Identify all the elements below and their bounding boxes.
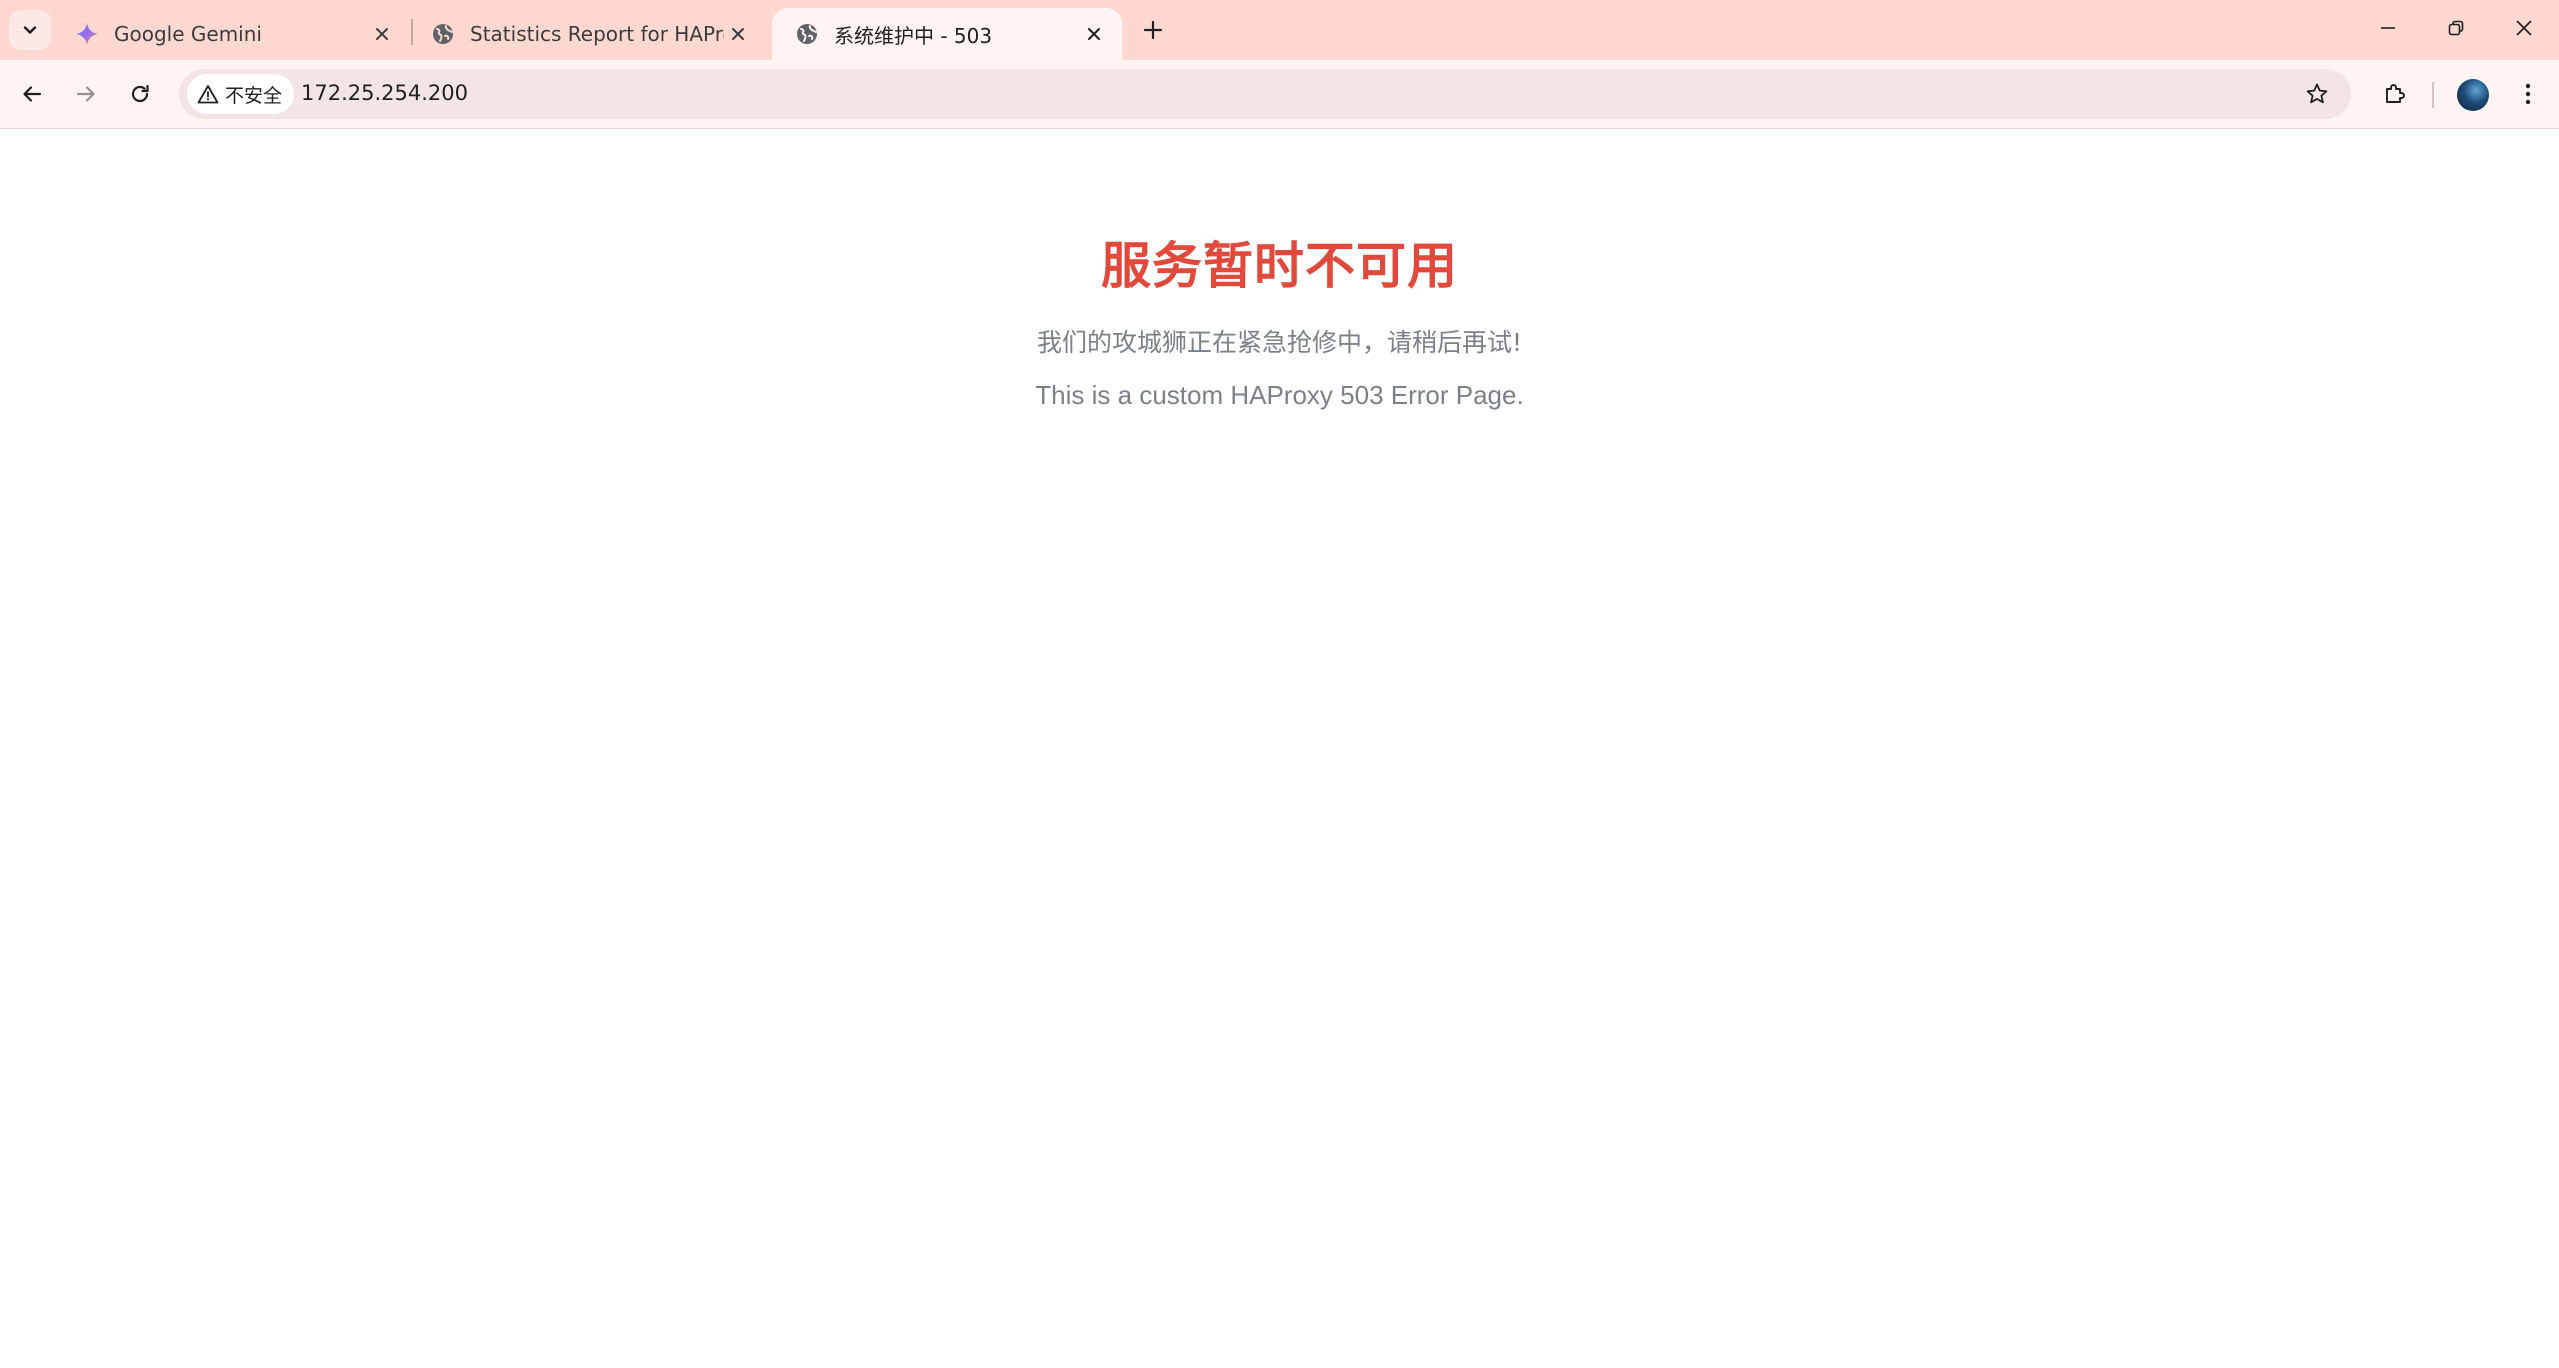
- tab-google-gemini[interactable]: Google Gemini: [52, 8, 410, 60]
- tab-title: Google Gemini: [114, 22, 262, 46]
- globe-icon: [794, 21, 820, 47]
- close-icon[interactable]: [1080, 20, 1108, 48]
- url-text[interactable]: 172.25.254.200: [301, 81, 468, 105]
- tab-title: Statistics Report for HAProxy: [470, 22, 724, 46]
- extensions-button[interactable]: [2373, 72, 2417, 116]
- restore-icon: [2448, 20, 2464, 36]
- page-content: 服务暂时不可用 我们的攻城狮正在紧急抢修中，请稍后再试! This is a c…: [0, 130, 2559, 1368]
- globe-icon: [430, 21, 456, 47]
- arrow-right-icon: [76, 86, 95, 102]
- reload-button[interactable]: [118, 72, 162, 116]
- browser-menu-button[interactable]: [2508, 72, 2548, 116]
- profile-avatar[interactable]: [2457, 79, 2489, 111]
- back-button[interactable]: [10, 72, 54, 116]
- reload-icon: [131, 84, 149, 103]
- tab-title: 系统维护中 - 503: [834, 23, 993, 48]
- new-tab-button[interactable]: [1135, 12, 1171, 48]
- page-subline: 我们的攻城狮正在紧急抢修中，请稍后再试!: [1036, 328, 1523, 357]
- chevron-down-icon: [23, 26, 37, 34]
- warning-icon: [197, 84, 219, 104]
- close-icon: [2516, 20, 2532, 36]
- close-window-button[interactable]: [2498, 6, 2550, 50]
- plus-icon: [1143, 20, 1163, 40]
- restore-button[interactable]: [2430, 6, 2482, 50]
- address-bar[interactable]: 不安全 172.25.254.200: [179, 69, 2351, 119]
- tab-search-button[interactable]: [9, 10, 51, 50]
- bookmark-button[interactable]: [2299, 76, 2335, 112]
- star-icon: [2306, 83, 2328, 104]
- toolbar-separator: [2432, 82, 2434, 108]
- minimize-button[interactable]: [2362, 6, 2414, 50]
- page-headline: 服务暂时不可用: [1101, 237, 1458, 295]
- close-icon[interactable]: [368, 20, 396, 48]
- gemini-sparkle-icon: [74, 21, 100, 47]
- browser-toolbar: 不安全 172.25.254.200: [0, 60, 2559, 129]
- tab-maintenance-503[interactable]: 系统维护中 - 503: [772, 8, 1122, 60]
- arrow-left-icon: [23, 86, 42, 102]
- security-label: 不安全: [225, 84, 283, 107]
- minimize-icon: [2381, 27, 2395, 29]
- tab-strip: Google Gemini Statistics Report for HAPr…: [0, 0, 2559, 60]
- security-indicator[interactable]: 不安全: [187, 74, 295, 114]
- tab-haproxy-statistics[interactable]: Statistics Report for HAProxy: [408, 8, 766, 60]
- forward-button[interactable]: [64, 72, 108, 116]
- puzzle-icon: [2386, 84, 2405, 103]
- more-vertical-icon: [2525, 83, 2531, 105]
- close-icon[interactable]: [724, 20, 752, 48]
- page-note: This is a custom HAProxy 503 Error Page.: [1035, 380, 1524, 410]
